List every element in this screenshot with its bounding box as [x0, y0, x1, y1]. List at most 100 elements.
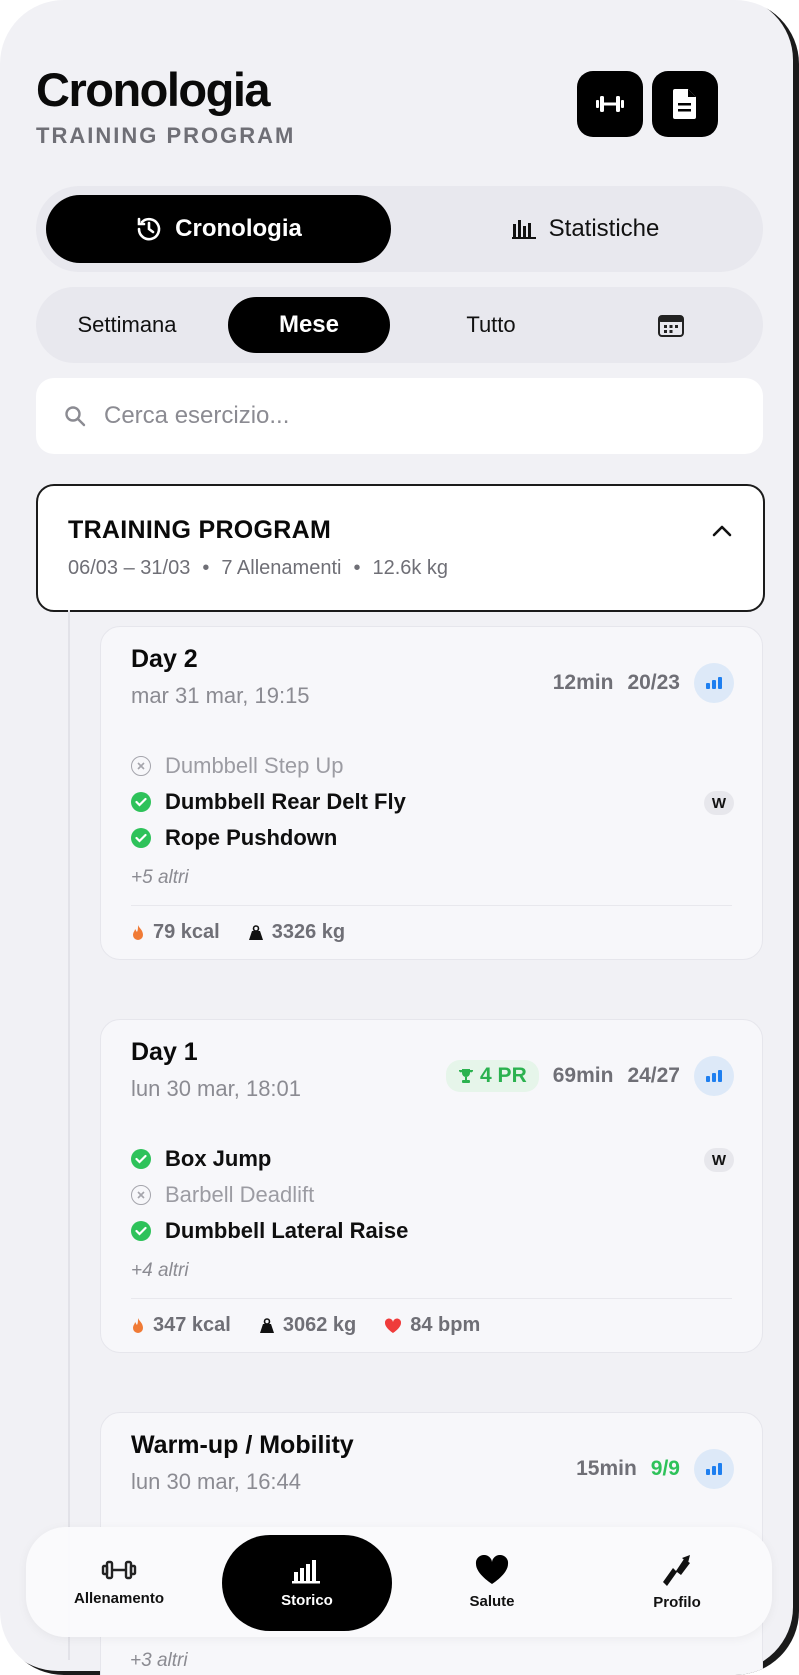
workout-title: Day 2: [131, 645, 198, 673]
report-button[interactable]: [652, 71, 718, 137]
tab-profilo[interactable]: Profilo: [592, 1527, 762, 1637]
page-subtitle: TRAINING PROGRAM: [36, 123, 296, 148]
exercise-row: Dumbbell Step Up: [131, 753, 344, 779]
program-header-card[interactable]: TRAINING PROGRAM 06/03 – 31/03 • 7 Allenam…: [36, 484, 765, 612]
tab-label: Salute: [469, 1592, 515, 1610]
period-mese[interactable]: Mese: [228, 297, 390, 353]
warmup-badge: W: [704, 791, 734, 815]
heart-icon: [475, 1554, 509, 1584]
signal-icon: [706, 1463, 722, 1475]
workout-date: mar 31 mar, 19:15: [131, 683, 310, 708]
tab-cronologia-label: Cronologia: [175, 215, 302, 242]
workout-duration: 69min: [552, 1064, 614, 1087]
workout-duration: 15min: [576, 1457, 637, 1480]
calories: 79 kcal: [153, 921, 220, 943]
tab-cronologia[interactable]: Cronologia: [46, 195, 391, 263]
exercise-name: Dumbbell Step Up: [165, 753, 344, 778]
bar-chart-icon: [511, 220, 536, 239]
intensity-badge: [694, 663, 734, 703]
calories: 347 kcal: [153, 1314, 231, 1336]
signal-icon: [706, 677, 722, 689]
workout-date: lun 30 mar, 16:44: [131, 1469, 302, 1494]
workout-summary: 12min 20/23: [553, 663, 734, 703]
workout-card[interactable]: Day 1 lun 30 mar, 18:01 4 PR 69min 24/27…: [100, 1019, 763, 1353]
exercise-name: Dumbbell Rear Delt Fly: [165, 789, 406, 814]
profile-icon: [663, 1554, 690, 1586]
signal-icon: [706, 1070, 722, 1082]
heart-rate: 84 bpm: [410, 1314, 481, 1336]
history-icon: [137, 217, 161, 241]
workout-title: Day 1: [131, 1038, 198, 1066]
program-workouts: 7 Allenamenti: [221, 557, 342, 579]
calendar-icon: [658, 315, 684, 337]
calendar-button[interactable]: [630, 297, 712, 353]
workout-button[interactable]: [577, 71, 643, 137]
exercise-row: Barbell Deadlift: [131, 1182, 314, 1208]
check-icon: [131, 828, 151, 848]
tab-statistiche-label: Statistiche: [548, 215, 660, 242]
exercise-name: Box Jump: [165, 1146, 272, 1171]
workout-summary: 4 PR 69min 24/27: [446, 1056, 734, 1096]
exercise-row: Dumbbell Lateral Raise: [131, 1218, 408, 1244]
check-icon: [131, 1149, 151, 1169]
exercise-row: Rope Pushdown: [131, 825, 337, 851]
workout-sets: 9/9: [650, 1457, 680, 1480]
workout-title: Warm-up / Mobility: [131, 1431, 354, 1459]
bar-chart-icon: [292, 1559, 320, 1583]
document-icon: [673, 89, 696, 119]
exercise-row: Dumbbell Rear Delt Fly: [131, 789, 406, 815]
flame-icon: [133, 1317, 143, 1333]
warmup-badge: W: [704, 1148, 734, 1172]
workout-date: lun 30 mar, 18:01: [131, 1076, 302, 1101]
dumbbell-icon: [596, 96, 624, 112]
volume: 3062 kg: [282, 1314, 357, 1336]
more-exercises: +5 altri: [131, 867, 189, 888]
exercise-name: Barbell Deadlift: [165, 1182, 315, 1207]
heart-icon: [385, 1317, 402, 1333]
intensity-badge: [694, 1449, 734, 1489]
workout-card[interactable]: Day 2 mar 31 mar, 19:15 12min 20/23 Dumb…: [100, 626, 763, 960]
tab-label: Allenamento: [73, 1589, 164, 1607]
pr-badge: 4 PR: [446, 1060, 539, 1092]
skipped-icon: [131, 756, 151, 776]
skipped-icon: [131, 1185, 151, 1205]
workout-sets: 24/27: [627, 1064, 680, 1087]
timeline-line: [68, 610, 70, 1660]
program-range: 06/03 – 31/03: [68, 557, 191, 579]
search-input[interactable]: [102, 401, 706, 431]
bottom-tab-bar: Allenamento Storico Salute Profilo: [26, 1527, 772, 1637]
weight-icon: [248, 924, 263, 940]
tab-allenamento[interactable]: Allenamento: [34, 1527, 204, 1637]
phone-screen: Cronologia TRAINING PROGRAM Cronologia S…: [0, 0, 799, 1675]
flame-icon: [133, 924, 143, 940]
chevron-up-icon[interactable]: [711, 524, 733, 538]
check-icon: [131, 792, 151, 812]
intensity-badge: [694, 1056, 734, 1096]
exercise-name: Dumbbell Lateral Raise: [165, 1218, 409, 1243]
dumbbell-icon: [101, 1560, 137, 1579]
search-bar: [36, 378, 763, 454]
weight-icon: [259, 1317, 274, 1333]
tab-statistiche[interactable]: Statistiche: [420, 195, 750, 263]
more-exercises: +4 altri: [131, 1260, 189, 1281]
workout-stats: 347 kcal 3062 kg 84 bpm: [131, 1314, 480, 1337]
pr-count: 4 PR: [480, 1064, 527, 1087]
volume: 3326 kg: [271, 921, 346, 943]
check-icon: [131, 1221, 151, 1241]
tab-storico[interactable]: Storico: [222, 1535, 392, 1631]
divider: [131, 905, 732, 906]
program-meta: 06/03 – 31/03 • 7 Allenamenti • 12.6k kg: [68, 557, 449, 579]
program-volume: 12.6k kg: [372, 557, 449, 579]
program-title: TRAINING PROGRAM: [68, 516, 332, 544]
divider: [131, 1298, 732, 1299]
period-tutto[interactable]: Tutto: [410, 297, 572, 353]
workout-stats: 79 kcal 3326 kg: [131, 921, 345, 944]
period-settimana[interactable]: Settimana: [46, 297, 208, 353]
workout-summary: 15min 9/9: [576, 1449, 734, 1489]
exercise-row: Box Jump: [131, 1146, 271, 1172]
exercise-name: Rope Pushdown: [165, 825, 338, 850]
tab-salute[interactable]: Salute: [407, 1527, 577, 1637]
workout-duration: 12min: [552, 671, 614, 694]
workout-sets: 20/23: [627, 671, 680, 694]
more-exercises: +3 altri: [130, 1650, 188, 1671]
